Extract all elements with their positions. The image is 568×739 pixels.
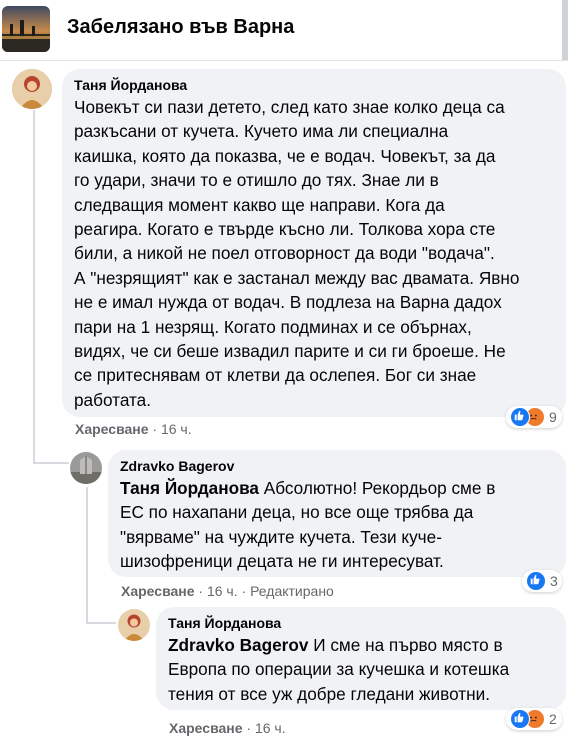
reaction-summary[interactable]: 2 (506, 708, 562, 730)
separator-dot: · (241, 583, 251, 599)
avatar[interactable] (12, 69, 52, 109)
comment-bubble: Таня Йорданова Човекът си пази детето, с… (62, 69, 566, 417)
reaction-count: 9 (549, 409, 557, 425)
reply-bubble: Таня Йорданова Zdravko Bagerov И сме на … (156, 607, 566, 710)
reply-bubble: Zdravko Bagerov Таня Йорданова Абсолютно… (108, 450, 566, 577)
comment-author[interactable]: Таня Йорданова (74, 77, 554, 93)
thread-line-reply (86, 487, 88, 623)
group-cover-thumbnail[interactable] (2, 6, 50, 52)
group-header: Забелязано във Варна (0, 0, 568, 61)
comment-author[interactable]: Таня Йорданова (168, 615, 554, 631)
comment-text: Таня Йорданова Абсолютно! Рекордьор сме … (120, 478, 496, 572)
reaction-count: 2 (549, 711, 557, 727)
separator-dot: · (198, 583, 207, 599)
edited-label[interactable]: Редактирано (250, 583, 334, 599)
reaction-count: 3 (550, 573, 558, 589)
group-title[interactable]: Забелязано във Варна (67, 16, 294, 39)
thread-connector (33, 462, 69, 464)
reaction-summary[interactable]: 3 (522, 570, 562, 592)
avatar[interactable] (118, 609, 150, 641)
mention-link[interactable]: Zdravko Bagerov (168, 635, 308, 655)
separator-dot: · (246, 720, 255, 736)
like-link[interactable]: Харесване (75, 421, 149, 437)
comment-actions: Харесване · 16 ч. (75, 421, 192, 437)
comment-timestamp[interactable]: 16 ч. (161, 421, 192, 437)
comment-text: Човекът си пази детето, след като знае к… (74, 97, 520, 410)
scrollbar-edge (562, 0, 568, 60)
mention-link[interactable]: Таня Йорданова (120, 478, 259, 498)
like-reaction-icon (526, 571, 546, 591)
comment-actions: Харесване · 16 ч. · Редактирано (121, 583, 334, 599)
comment-text: Zdravko Bagerov И сме на първо място в Е… (168, 635, 510, 704)
comment-actions: Харесване · 16 ч. (169, 720, 286, 736)
reaction-summary[interactable]: 9 (506, 406, 562, 428)
comment-timestamp[interactable]: 16 ч. (207, 583, 238, 599)
like-link[interactable]: Харесване (121, 583, 195, 599)
thread-connector-reply (86, 622, 116, 624)
comment-author[interactable]: Zdravko Bagerov (120, 458, 554, 474)
like-reaction-icon (510, 709, 530, 729)
avatar[interactable] (70, 452, 102, 484)
comment-timestamp[interactable]: 16 ч. (255, 720, 286, 736)
separator-dot: · (152, 421, 161, 437)
thread-line (33, 110, 35, 462)
like-link[interactable]: Харесване (169, 720, 243, 736)
like-reaction-icon (510, 407, 530, 427)
